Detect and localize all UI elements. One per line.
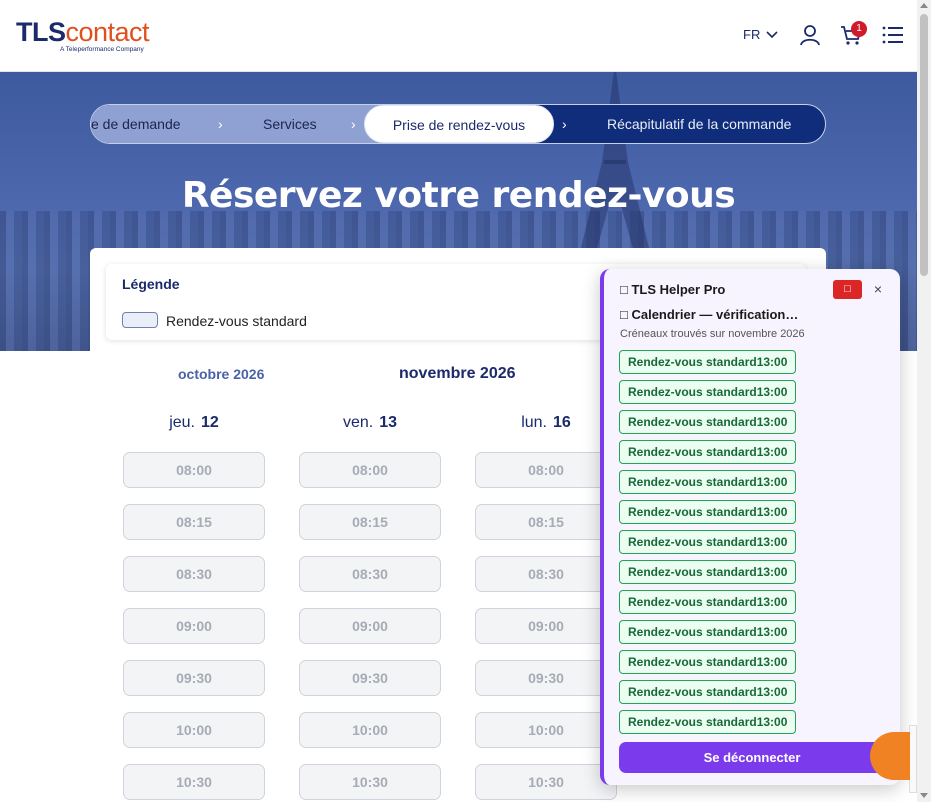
site-header: TLScontact A Teleperformance Company FR … [0, 0, 917, 72]
step-application-type[interactable]: e de demande [91, 105, 181, 143]
day-number: 13 [379, 414, 398, 431]
time-slot[interactable]: 08:00 [299, 452, 441, 488]
menu-icon[interactable] [882, 24, 904, 46]
day-number: 12 [201, 414, 219, 431]
logo-tls: TLS [16, 17, 66, 47]
found-slot-item[interactable]: Rendez-vous standard13:00 [619, 650, 797, 674]
panel-status: □ Calendrier — vérification… [620, 307, 798, 322]
legend-title: Légende [122, 276, 180, 292]
logo-tagline: A Teleperformance Company [60, 46, 144, 53]
step-appointment[interactable]: Prise de rendez-vous [364, 105, 554, 143]
chevron-down-icon [766, 30, 778, 38]
user-icon[interactable] [799, 24, 821, 46]
chat-widget-button[interactable] [870, 732, 910, 780]
time-slot[interactable]: 10:30 [123, 764, 265, 800]
found-slot-item[interactable]: Rendez-vous standard13:00 [619, 530, 797, 554]
time-slot[interactable]: 09:00 [299, 608, 441, 644]
stop-button[interactable]: □ [833, 280, 862, 299]
day-of-week: ven. [342, 414, 374, 431]
found-slot-item[interactable]: Rendez-vous standard13:00 [619, 620, 797, 644]
day-of-week: jeu. [169, 414, 195, 431]
logout-button[interactable]: Se déconnecter [619, 742, 885, 773]
step-summary[interactable]: Récapitulatif de la commande [607, 105, 791, 143]
day-number: 16 [553, 414, 571, 431]
found-slot-item[interactable]: Rendez-vous standard13:00 [619, 560, 797, 584]
time-slot[interactable]: 08:15 [475, 504, 617, 540]
time-slot[interactable]: 10:00 [299, 712, 441, 748]
legend-standard-label: Rendez-vous standard [166, 313, 307, 329]
eiffel-tower-image [580, 72, 650, 252]
prev-month-link[interactable]: octobre 2026 [178, 366, 264, 382]
found-slot-item[interactable]: Rendez-vous standard13:00 [619, 590, 797, 614]
found-slot-item[interactable]: Rendez-vous standard13:00 [619, 500, 797, 524]
day-header: jeu. 12 [123, 414, 265, 432]
close-button[interactable]: × [870, 280, 886, 299]
booking-stepper: e de demande › Services › Prise de rende… [90, 104, 826, 144]
found-slot-item[interactable]: Rendez-vous standard13:00 [619, 710, 797, 734]
time-slot[interactable]: 08:00 [123, 452, 265, 488]
status-text: Calendrier — vérification… [631, 307, 799, 322]
tlscontact-logo[interactable]: TLScontact A Teleperformance Company [16, 17, 150, 53]
scrollbar-thumb[interactable] [920, 14, 928, 276]
time-slot[interactable]: 10:00 [475, 712, 617, 748]
recaptcha-badge[interactable] [909, 725, 917, 793]
time-slot[interactable]: 08:30 [299, 556, 441, 592]
language-selector[interactable]: FR [743, 27, 778, 42]
day-header: lun. 16 [475, 414, 617, 432]
time-slot[interactable]: 09:00 [123, 608, 265, 644]
logo-contact: contact [65, 17, 150, 47]
status-icon: □ [620, 307, 632, 322]
time-slot[interactable]: 09:00 [475, 608, 617, 644]
found-slot-item[interactable]: Rendez-vous standard13:00 [619, 680, 797, 704]
current-month-label: novembre 2026 [399, 365, 516, 382]
time-slot[interactable]: 09:30 [123, 660, 265, 696]
time-slot[interactable]: 08:30 [475, 556, 617, 592]
day-of-week: lun. [521, 414, 547, 431]
time-slot[interactable]: 08:15 [299, 504, 441, 540]
chevron-right-icon: › [218, 116, 223, 132]
scroll-down-arrow-icon[interactable] [920, 793, 928, 798]
time-slot[interactable]: 08:00 [475, 452, 617, 488]
page-title: Réservez votre rendez-vous [181, 175, 736, 216]
day-header: ven. 13 [299, 414, 441, 432]
chevron-right-icon: › [351, 116, 356, 132]
panel-subtitle: Créneaux trouvés sur novembre 2026 [620, 328, 805, 340]
found-slot-item[interactable]: Rendez-vous standard13:00 [619, 380, 797, 404]
scroll-up-arrow-icon[interactable] [920, 3, 928, 8]
time-slot[interactable]: 10:30 [299, 764, 441, 800]
panel-title-text: TLS Helper Pro [631, 282, 726, 297]
cart-count-badge: 1 [851, 21, 867, 37]
found-slot-item[interactable]: Rendez-vous standard13:00 [619, 410, 797, 434]
time-slot[interactable]: 10:00 [123, 712, 265, 748]
panel-title: □ TLS Helper Pro [620, 282, 725, 297]
step-services[interactable]: Services [263, 105, 317, 143]
time-slot[interactable]: 10:30 [475, 764, 617, 800]
logo-wordmark: TLScontact [16, 17, 150, 47]
tls-helper-panel: □ TLS Helper Pro □ × □ Calendrier — véri… [600, 269, 900, 785]
time-slot[interactable]: 08:30 [123, 556, 265, 592]
found-slot-item[interactable]: Rendez-vous standard13:00 [619, 440, 797, 464]
found-slot-item[interactable]: Rendez-vous standard13:00 [619, 470, 797, 494]
found-slot-item[interactable]: Rendez-vous standard13:00 [619, 350, 797, 374]
time-slot[interactable]: 08:15 [123, 504, 265, 540]
time-slot[interactable]: 09:30 [475, 660, 617, 696]
language-label: FR [743, 27, 761, 42]
panel-title-icon: □ [620, 282, 632, 297]
chevron-right-icon: › [562, 116, 567, 132]
standard-slot-swatch [122, 312, 158, 328]
time-slot[interactable]: 09:30 [299, 660, 441, 696]
